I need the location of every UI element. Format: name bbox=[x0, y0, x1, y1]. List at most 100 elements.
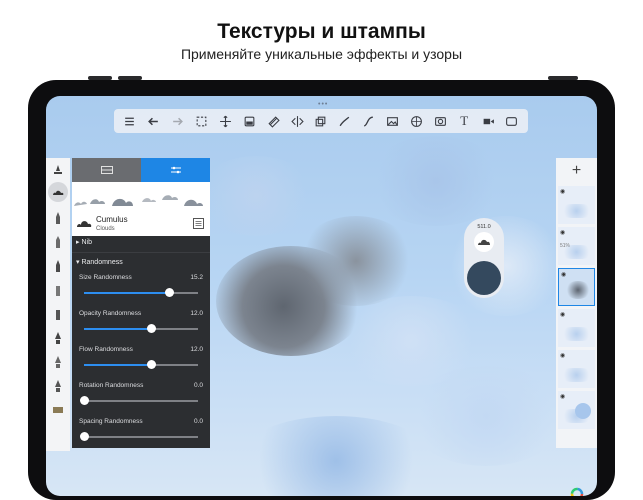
select-icon[interactable] bbox=[194, 113, 210, 129]
section-randomness[interactable]: ▾ Randomness bbox=[76, 258, 123, 266]
slider-value: 0.0 bbox=[193, 418, 203, 425]
active-brush-button[interactable] bbox=[474, 232, 494, 252]
page-subheadline: Применяйте уникальные эффекты и узоры bbox=[180, 46, 463, 62]
slider-label: Flow Randomness bbox=[79, 346, 133, 353]
slider-knob[interactable] bbox=[146, 324, 156, 333]
cumulus-brush-thumb-icon bbox=[77, 221, 92, 227]
video-icon[interactable] bbox=[480, 113, 496, 129]
smudge-brush-icon[interactable] bbox=[50, 378, 66, 394]
symmetry-icon[interactable] bbox=[289, 113, 305, 129]
brush-category: Clouds bbox=[96, 226, 115, 232]
color-puck[interactable]: 511.0 bbox=[464, 218, 504, 298]
canvas-cloud bbox=[236, 416, 436, 496]
chisel-brush-icon[interactable] bbox=[50, 282, 66, 298]
slider-label: Opacity Randomness bbox=[79, 310, 142, 317]
slider-track[interactable] bbox=[84, 324, 198, 333]
texture-brush-icon[interactable] bbox=[50, 402, 66, 418]
slider-track[interactable] bbox=[79, 432, 198, 441]
brush-size-value: 511.0 bbox=[477, 224, 491, 230]
eye-icon[interactable]: ◉ bbox=[560, 188, 565, 195]
slider-label: Size Randomness bbox=[79, 274, 132, 281]
eraser-icon[interactable] bbox=[265, 113, 281, 129]
brush-menu-icon[interactable] bbox=[193, 218, 204, 229]
text-icon[interactable]: T bbox=[456, 113, 472, 129]
tab-brush-settings[interactable] bbox=[141, 158, 210, 182]
slider-knob[interactable] bbox=[79, 432, 89, 441]
panel-tabs bbox=[72, 158, 210, 182]
undo-icon[interactable] bbox=[146, 113, 162, 129]
eye-icon[interactable]: ◉ bbox=[560, 352, 565, 359]
slider-knob[interactable] bbox=[79, 396, 89, 405]
layer-thumbnail[interactable]: ◉ bbox=[558, 268, 595, 306]
slider-knob[interactable] bbox=[165, 288, 174, 297]
canvas-screen[interactable]: ••• T Cumulus Clouds ▸ Nib ▾ Randomness … bbox=[46, 96, 597, 496]
pen-brush-icon[interactable] bbox=[50, 258, 66, 274]
layer-sky-preview bbox=[560, 327, 593, 341]
copy-icon[interactable] bbox=[313, 113, 329, 129]
eye-icon[interactable]: ◉ bbox=[560, 229, 565, 236]
slider-value: 0.0 bbox=[193, 382, 203, 389]
ruler-icon[interactable] bbox=[337, 113, 353, 129]
eye-icon[interactable]: ◉ bbox=[560, 311, 565, 318]
section-nib[interactable]: ▸ Nib bbox=[76, 238, 92, 246]
layer-sky-preview bbox=[560, 204, 593, 218]
slider-fill bbox=[84, 328, 152, 330]
slider-fill bbox=[84, 364, 152, 366]
brush-name: Cumulus bbox=[96, 215, 128, 224]
tool-strip bbox=[46, 158, 70, 451]
slider-fill bbox=[84, 292, 170, 294]
layer-thumbnail[interactable]: ◉ bbox=[558, 391, 595, 429]
slider-track[interactable] bbox=[84, 288, 198, 297]
slider-track[interactable] bbox=[79, 396, 198, 405]
section-nib-label: Nib bbox=[81, 239, 92, 246]
layer-thumbnail[interactable]: ◉ bbox=[558, 186, 595, 224]
brush-tool-top-icon[interactable] bbox=[50, 162, 66, 178]
multitask-dots[interactable]: ••• bbox=[318, 101, 328, 108]
image-icon[interactable] bbox=[385, 113, 401, 129]
add-layer-button[interactable]: + bbox=[556, 158, 597, 184]
current-color-swatch[interactable] bbox=[467, 261, 501, 295]
layers-panel: + ◉◉51%◉◉◉◉ bbox=[556, 158, 597, 496]
brush-info[interactable]: Cumulus Clouds bbox=[72, 212, 210, 236]
layer-color-dot bbox=[575, 403, 591, 419]
pencil-brush-icon[interactable] bbox=[50, 210, 66, 226]
eye-icon[interactable]: ◉ bbox=[561, 271, 566, 278]
airbrush-icon[interactable] bbox=[50, 306, 66, 322]
slider-label: Spacing Randomness bbox=[79, 418, 143, 425]
brush-stroke-preview bbox=[72, 182, 210, 212]
move-icon[interactable] bbox=[217, 113, 233, 129]
fill-icon[interactable] bbox=[241, 113, 257, 129]
canvas-cloud bbox=[296, 216, 416, 306]
slider-knob[interactable] bbox=[146, 360, 156, 369]
cloud-brush-icon bbox=[478, 239, 490, 245]
layer-sky-preview bbox=[560, 245, 593, 259]
page-headline: Текстуры и штампы bbox=[217, 20, 426, 43]
color-wheel-icon bbox=[570, 487, 583, 496]
canvas-cloud bbox=[196, 156, 316, 236]
tab-brush-library[interactable] bbox=[72, 158, 141, 182]
redo-icon[interactable] bbox=[170, 113, 186, 129]
list-icon[interactable] bbox=[122, 113, 138, 129]
layer-sky-preview bbox=[560, 368, 593, 382]
brush-settings-panel: Cumulus Clouds ▸ Nib ▾ Randomness Size R… bbox=[72, 158, 210, 448]
slider-track[interactable] bbox=[84, 360, 198, 369]
color-wheel-button[interactable] bbox=[556, 480, 597, 496]
layer-thumbnail[interactable]: ◉ bbox=[558, 350, 595, 388]
grid-icon[interactable] bbox=[408, 113, 424, 129]
curve-icon[interactable] bbox=[361, 113, 377, 129]
section-randomness-label: Randomness bbox=[81, 259, 123, 266]
canvas-cloud bbox=[366, 136, 506, 226]
slider-value: 15.2 bbox=[190, 274, 203, 281]
layer-thumbnail[interactable]: ◉51% bbox=[558, 227, 595, 265]
stamp-icon[interactable] bbox=[432, 113, 448, 129]
fullscreen-icon[interactable] bbox=[504, 113, 520, 129]
slider-value: 12.0 bbox=[190, 310, 203, 317]
divider bbox=[72, 252, 210, 253]
marker-brush-icon[interactable] bbox=[50, 234, 66, 250]
blender-brush-icon[interactable] bbox=[50, 354, 66, 370]
eye-icon[interactable]: ◉ bbox=[560, 393, 565, 400]
cumulus-brush-icon[interactable] bbox=[48, 182, 68, 202]
top-toolbar: T bbox=[114, 109, 528, 133]
layer-thumbnail[interactable]: ◉ bbox=[558, 309, 595, 347]
paint-brush-icon[interactable] bbox=[50, 330, 66, 346]
